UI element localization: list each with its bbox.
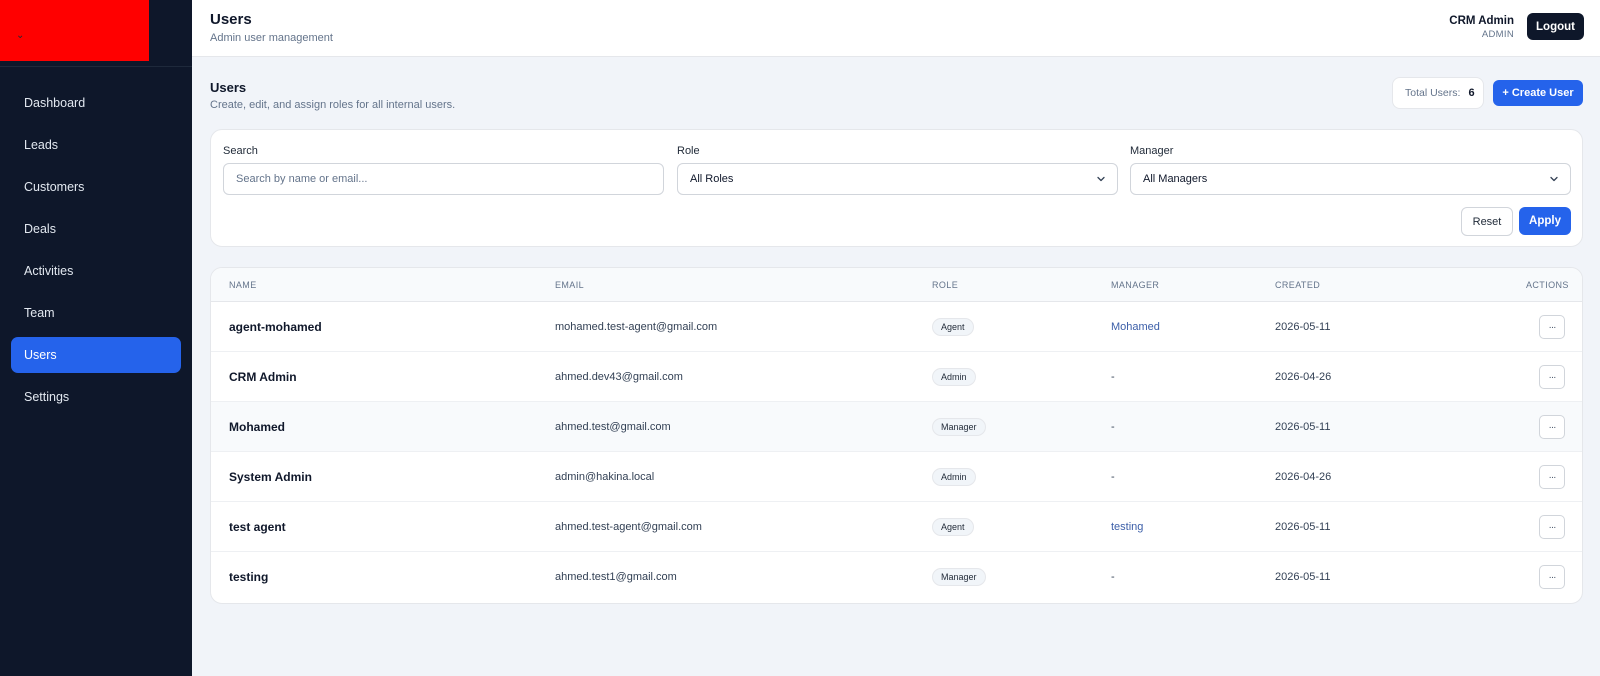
table-row[interactable]: System Admin admin@hakina.local Admin - … (211, 452, 1582, 502)
sidebar-item-label: Settings (24, 390, 70, 404)
sidebar-item-deals[interactable]: Deals (11, 211, 181, 247)
user-name: agent-mohamed (229, 320, 322, 334)
user-name: System Admin (229, 470, 312, 484)
created-date: 2026-04-26 (1275, 471, 1332, 483)
row-actions-button[interactable]: ··· (1539, 315, 1565, 339)
sidebar-item-label: Leads (24, 138, 59, 152)
page-title: Users (210, 11, 252, 28)
manager-link[interactable]: Mohamed (1111, 302, 1160, 352)
sidebar-item-dashboard[interactable]: Dashboard (11, 85, 181, 121)
sidebar-item-label: Customers (24, 180, 85, 194)
current-user-role: ADMIN (1481, 29, 1514, 40)
sidebar-divider (0, 66, 192, 67)
table-row[interactable]: CRM Admin ahmed.dev43@gmail.com Admin - … (211, 352, 1582, 402)
sidebar-item-users[interactable]: Users (11, 337, 181, 373)
table-row[interactable]: test agent ahmed.test-agent@gmail.com Ag… (211, 502, 1582, 552)
role-select[interactable]: All Roles (677, 163, 1118, 195)
manager-label: Manager (1130, 145, 1174, 157)
apply-button[interactable]: Apply (1519, 207, 1571, 235)
column-header-role: ROLE (932, 280, 959, 290)
created-date: 2026-05-11 (1275, 421, 1331, 433)
row-actions-button[interactable]: ··· (1539, 365, 1565, 389)
page-subtitle: Admin user management (210, 32, 333, 44)
section-subtitle: Create, edit, and assign roles for all i… (210, 99, 456, 111)
sidebar-item-team[interactable]: Team (11, 295, 181, 331)
created-date: 2026-05-11 (1275, 321, 1331, 333)
top-header: Users Admin user management CRM Admin AD… (192, 0, 1600, 57)
created-date: 2026-05-11 (1275, 571, 1331, 583)
sidebar-item-label: Activities (24, 264, 74, 278)
user-name: Mohamed (229, 420, 286, 434)
row-actions-button[interactable]: ··· (1539, 565, 1565, 589)
user-email: ahmed.dev43@gmail.com (555, 371, 683, 383)
manager-value: - (1111, 421, 1115, 433)
search-input[interactable]: Search by name or email... (223, 163, 664, 195)
created-date: 2026-04-26 (1275, 371, 1332, 383)
manager-select-value: All Managers (1143, 173, 1208, 185)
column-header-name: NAME (229, 280, 257, 290)
user-name: CRM Admin (229, 370, 297, 384)
sidebar-item-activities[interactable]: Activities (11, 253, 181, 289)
logo-glyph: ⌄ (16, 30, 25, 41)
user-email: ahmed.test@gmail.com (555, 421, 671, 433)
logo[interactable]: ⌄ (0, 0, 149, 61)
column-header-manager: MANAGER (1111, 280, 1160, 290)
total-users-count: 6 (1468, 87, 1475, 99)
role-badge: Admin (932, 468, 976, 486)
chevron-down-icon (1550, 176, 1558, 182)
sidebar-item-label: Team (24, 306, 55, 320)
role-badge: Manager (932, 568, 986, 586)
current-user-name: CRM Admin (1449, 15, 1514, 27)
filter-card: Search Search by name or email... Role A… (210, 129, 1583, 247)
manager-select[interactable]: All Managers (1130, 163, 1571, 195)
user-email: mohamed.test-agent@gmail.com (555, 321, 718, 333)
role-badge: Agent (932, 318, 974, 336)
created-date: 2026-05-11 (1275, 521, 1331, 533)
role-select-value: All Roles (690, 173, 734, 185)
table-header: NAME EMAIL ROLE MANAGER CREATED ACTIONS (211, 268, 1582, 302)
table-row[interactable]: agent-mohamed mohamed.test-agent@gmail.c… (211, 302, 1582, 352)
sidebar-item-label: Deals (24, 222, 56, 236)
create-user-button[interactable]: + Create User (1493, 80, 1583, 106)
sidebar-nav: Dashboard Leads Customers Deals Activiti… (11, 85, 181, 421)
column-header-created: CREATED (1275, 280, 1321, 290)
column-header-email: EMAIL (555, 280, 585, 290)
user-name: test agent (229, 520, 286, 534)
sidebar-item-label: Dashboard (24, 96, 86, 110)
column-header-actions: ACTIONS (1526, 280, 1569, 290)
user-email: ahmed.test-agent@gmail.com (555, 521, 702, 533)
users-table: NAME EMAIL ROLE MANAGER CREATED ACTIONS … (210, 267, 1583, 604)
user-email: ahmed.test1@gmail.com (555, 571, 677, 583)
search-label: Search (223, 145, 258, 157)
search-placeholder: Search by name or email... (236, 173, 368, 185)
sidebar-item-label: Users (24, 348, 57, 362)
row-actions-button[interactable]: ··· (1539, 515, 1565, 539)
total-users-badge: Total Users: 6 (1392, 77, 1484, 109)
reset-button[interactable]: Reset (1461, 207, 1513, 236)
manager-value: - (1111, 471, 1115, 483)
sidebar-item-customers[interactable]: Customers (11, 169, 181, 205)
user-name: testing (229, 570, 269, 584)
role-badge: Manager (932, 418, 986, 436)
logout-button[interactable]: Logout (1527, 13, 1584, 40)
sidebar-item-leads[interactable]: Leads (11, 127, 181, 163)
user-email: admin@hakina.local (555, 471, 655, 483)
sidebar-item-settings[interactable]: Settings (11, 379, 181, 415)
role-badge: Agent (932, 518, 974, 536)
row-actions-button[interactable]: ··· (1539, 465, 1565, 489)
chevron-down-icon (1097, 176, 1105, 182)
manager-link[interactable]: testing (1111, 502, 1143, 552)
role-label: Role (677, 145, 700, 157)
sidebar: ⌄ Dashboard Leads Customers Deals Activi… (0, 0, 192, 676)
row-actions-button[interactable]: ··· (1539, 415, 1565, 439)
manager-value: - (1111, 571, 1115, 583)
manager-value: - (1111, 371, 1115, 383)
table-row[interactable]: Mohamed ahmed.test@gmail.com Manager - 2… (211, 402, 1582, 452)
role-badge: Admin (932, 368, 976, 386)
total-users-label: Total Users: (1405, 87, 1461, 99)
table-row[interactable]: testing ahmed.test1@gmail.com Manager - … (211, 552, 1582, 602)
section-title: Users (210, 80, 247, 95)
